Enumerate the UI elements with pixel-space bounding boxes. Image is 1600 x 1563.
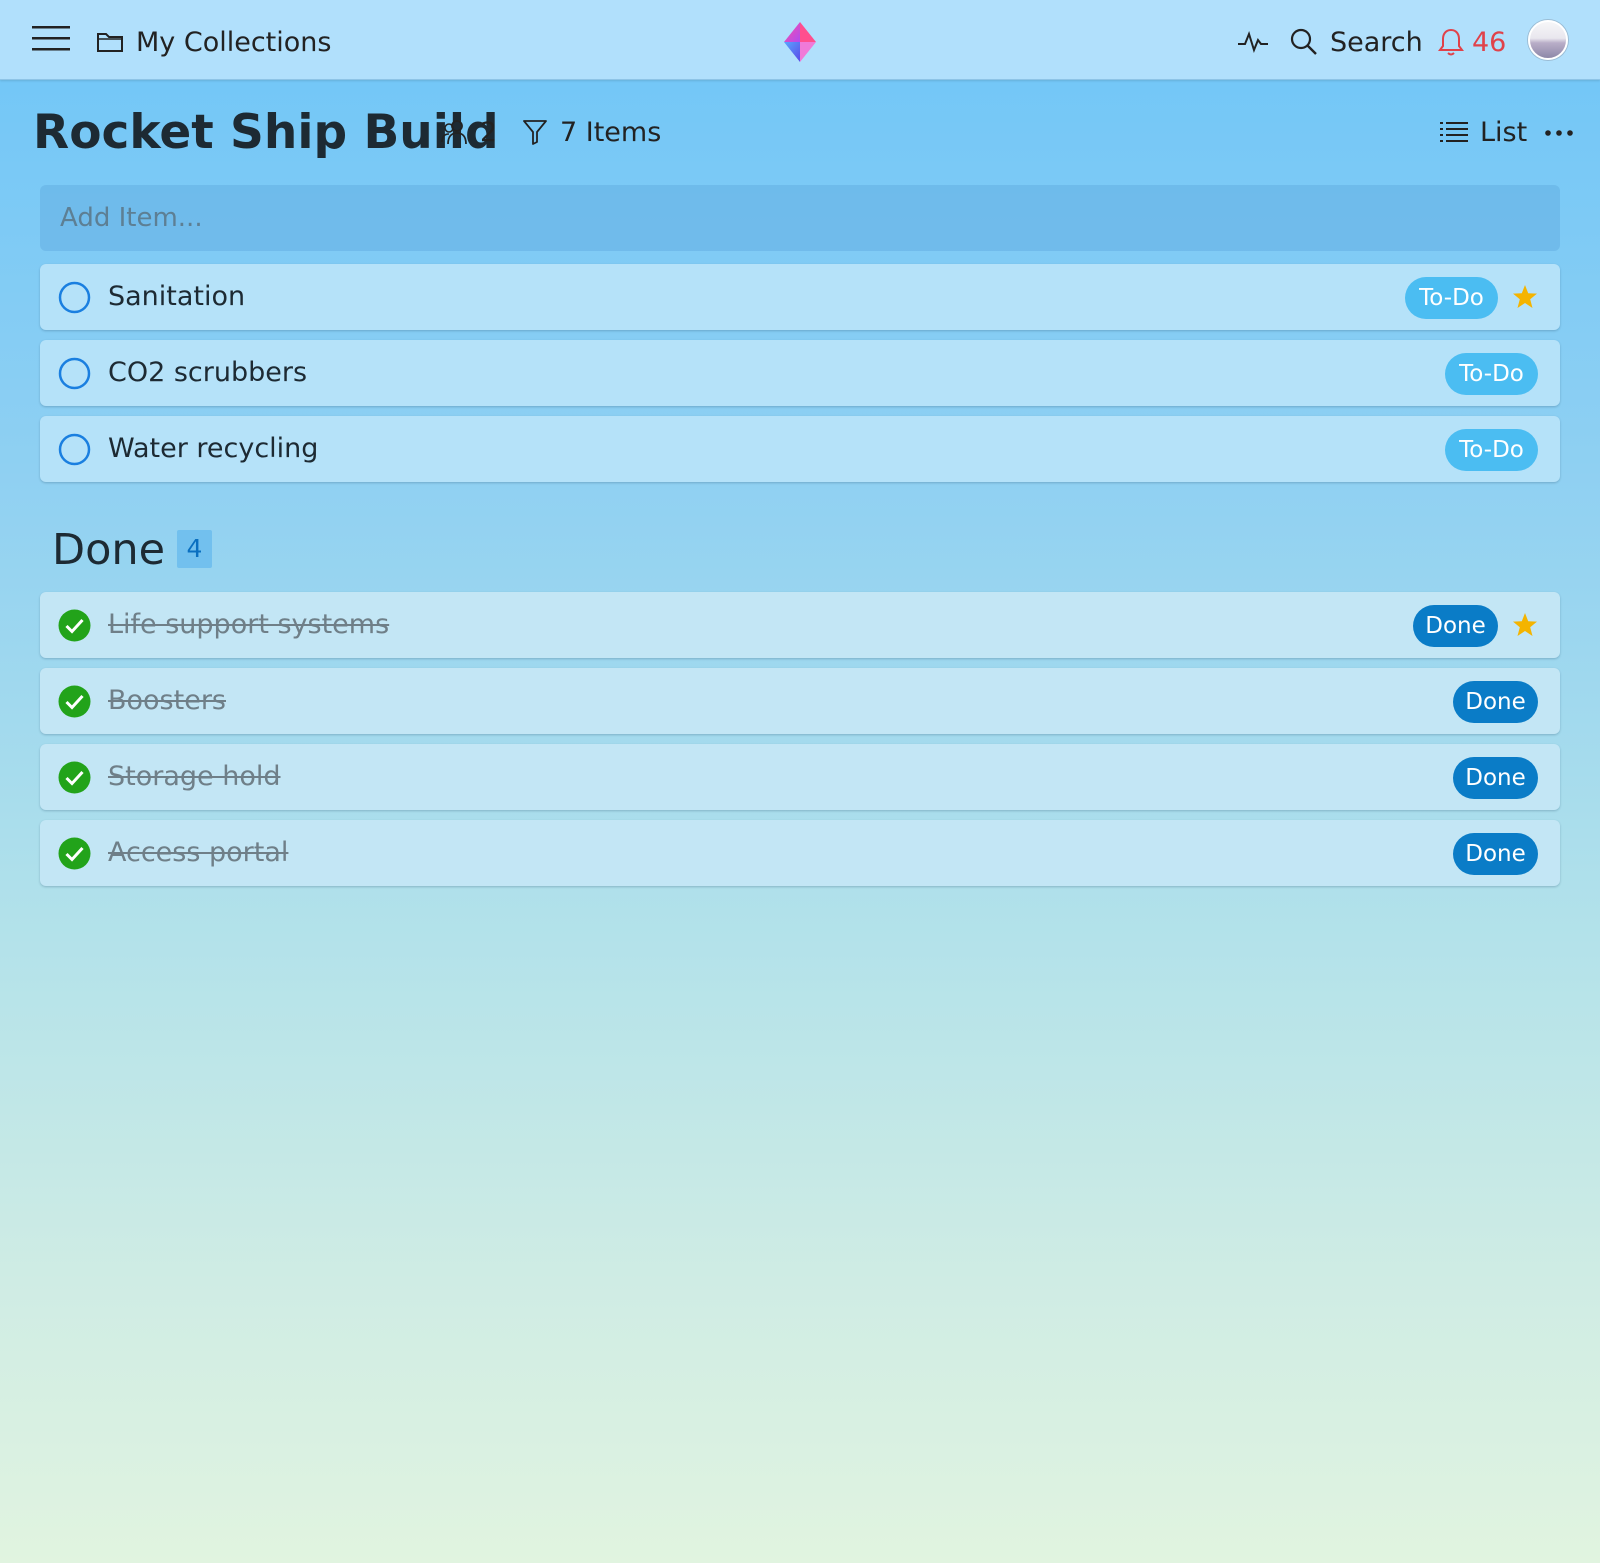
collections-label: My Collections — [136, 26, 332, 58]
people-icon — [441, 120, 467, 145]
avatar[interactable] — [1528, 20, 1568, 60]
task-row[interactable]: Water recycling To-Do — [40, 416, 1560, 482]
star-icon[interactable] — [1512, 612, 1538, 638]
checked-circle-icon[interactable] — [58, 837, 91, 870]
task-label: Life support systems — [108, 609, 390, 640]
status-badge[interactable]: To-Do — [1445, 353, 1538, 395]
task-row[interactable]: CO2 scrubbers To-Do — [40, 340, 1560, 406]
task-row[interactable]: Storage hold Done — [40, 744, 1560, 810]
menu-icon[interactable] — [32, 24, 72, 54]
search-icon — [1290, 28, 1317, 55]
view-mode-button[interactable]: List — [1440, 112, 1527, 152]
done-section-title: Done — [52, 525, 166, 575]
task-label: Access portal — [108, 837, 289, 868]
task-row[interactable]: Life support systems Done — [40, 592, 1560, 658]
view-mode-label: List — [1480, 116, 1528, 148]
search-label: Search — [1330, 26, 1423, 58]
more-options-icon[interactable] — [1544, 118, 1574, 148]
list-icon — [1440, 122, 1468, 142]
items-count-label: 7 Items — [560, 116, 662, 148]
notifications-button[interactable]: 46 — [1438, 22, 1506, 62]
my-collections-link[interactable]: My Collections — [96, 22, 331, 62]
task-label: Sanitation — [108, 281, 246, 312]
unchecked-circle-icon[interactable] — [58, 281, 91, 314]
page-title: Rocket Ship Build — [33, 105, 499, 160]
status-badge[interactable]: Done — [1453, 757, 1538, 799]
star-icon[interactable] — [1512, 284, 1538, 310]
unchecked-circle-icon[interactable] — [58, 357, 91, 390]
members-count: 2 — [480, 116, 498, 148]
notification-count: 46 — [1472, 26, 1507, 58]
status-badge[interactable]: To-Do — [1405, 277, 1498, 319]
status-badge[interactable]: Done — [1413, 605, 1498, 647]
filter-button[interactable]: 7 Items — [522, 112, 661, 152]
task-row[interactable]: Boosters Done — [40, 668, 1560, 734]
task-row[interactable]: Access portal Done — [40, 820, 1560, 886]
checked-circle-icon[interactable] — [58, 685, 91, 718]
task-label: Boosters — [108, 685, 226, 716]
task-label: Storage hold — [108, 761, 281, 792]
checked-circle-icon[interactable] — [58, 761, 91, 794]
search-button[interactable]: Search — [1290, 22, 1423, 62]
activity-icon[interactable] — [1238, 28, 1268, 56]
filter-icon — [523, 120, 547, 145]
status-badge[interactable]: To-Do — [1445, 429, 1538, 471]
bell-icon — [1438, 28, 1464, 56]
unchecked-circle-icon[interactable] — [58, 433, 91, 466]
folder-icon — [97, 33, 123, 52]
status-badge[interactable]: Done — [1453, 681, 1538, 723]
top-bar: My Collections Search 46 — [0, 0, 1600, 80]
task-label: CO2 scrubbers — [108, 357, 308, 388]
add-item-input[interactable] — [40, 185, 1560, 251]
status-badge[interactable]: Done — [1453, 833, 1538, 875]
app-logo-icon — [784, 22, 816, 62]
task-row[interactable]: Sanitation To-Do — [40, 264, 1560, 330]
task-label: Water recycling — [108, 433, 319, 464]
checked-circle-icon[interactable] — [58, 609, 91, 642]
done-count-badge: 4 — [177, 530, 212, 568]
members-button[interactable]: 2 — [440, 112, 497, 152]
